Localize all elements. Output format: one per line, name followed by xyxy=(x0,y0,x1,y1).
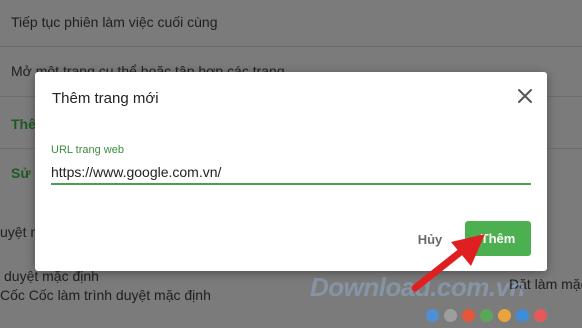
watermark-dot xyxy=(480,309,493,322)
watermark-dot xyxy=(516,309,529,322)
watermark-dots xyxy=(426,309,547,322)
watermark-dot xyxy=(462,309,475,322)
url-field-label: URL trang web xyxy=(51,144,124,156)
annotation-arrow-icon xyxy=(411,234,485,292)
dialog-title: Thêm trang mới xyxy=(52,90,159,107)
watermark-dot xyxy=(534,309,547,322)
watermark-dot xyxy=(498,309,511,322)
default-browser-description: Cốc Cốc làm trình duyệt mặc định xyxy=(0,287,211,303)
watermark-dot xyxy=(444,309,457,322)
watermark-dot xyxy=(426,309,439,322)
divider xyxy=(0,46,582,47)
restore-session-option: Tiếp tục phiên làm việc cuối cùng xyxy=(11,14,218,30)
close-button[interactable] xyxy=(514,85,536,107)
url-input[interactable] xyxy=(51,161,531,185)
close-icon xyxy=(518,89,532,103)
